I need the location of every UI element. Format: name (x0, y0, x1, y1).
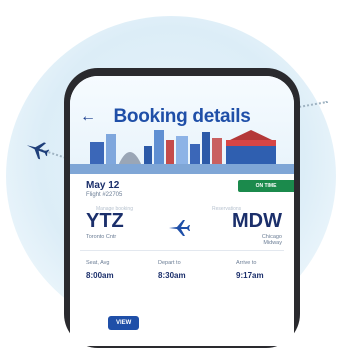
airplane-icon (26, 142, 50, 160)
arrives-time: 9:17am (236, 271, 264, 280)
destination-code: MDW (232, 210, 282, 232)
destination-city: Chicago Midway (261, 234, 282, 246)
page-title: Booking details (113, 106, 251, 127)
airplane-icon (169, 220, 190, 236)
flight-number: Flight #22705 (86, 192, 123, 198)
reservations-hint: Reservations (212, 206, 242, 212)
manage-booking-hint: Manage booking (96, 206, 133, 212)
departs-time: 8:30am (158, 271, 186, 280)
arrives-label: Arrive to (236, 260, 257, 266)
view-button[interactable]: VIEW (108, 316, 140, 330)
flight-date: May 12 (86, 180, 120, 191)
divider (80, 250, 284, 251)
boarding-time: 8:00am (86, 271, 114, 280)
status-badge: ON TIME (238, 180, 294, 192)
origin-city: Toronto Cntr (86, 234, 117, 240)
departs-label: Depart to (158, 260, 181, 266)
boarding-label: Seat, Avg (86, 260, 110, 266)
origin-code: YTZ (86, 210, 124, 232)
flight-card: May 12 Flight #22705 ON TIME YTZ Toronto… (70, 174, 294, 346)
